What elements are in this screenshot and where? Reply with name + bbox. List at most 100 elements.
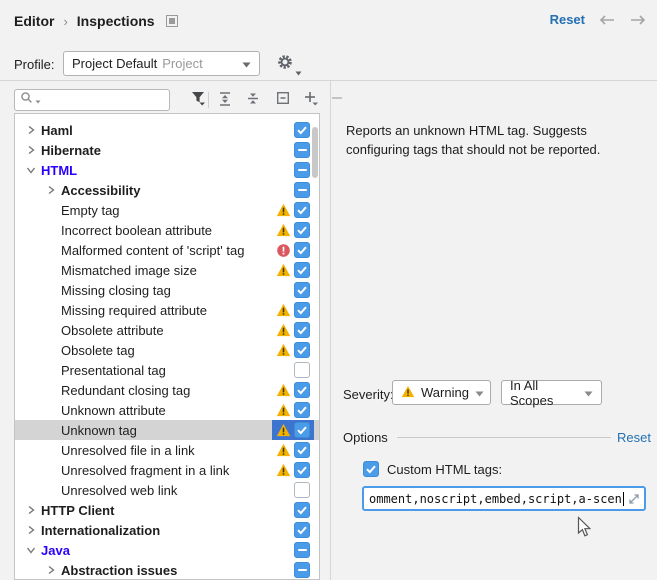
chevron-icon[interactable]: [43, 322, 59, 338]
chevron-icon[interactable]: [43, 482, 59, 498]
inspection-checkbox[interactable]: [294, 362, 310, 378]
tree-row[interactable]: Mismatched image size: [15, 260, 319, 280]
chevron-icon[interactable]: [43, 382, 59, 398]
row-cells: [272, 500, 314, 520]
reset-link[interactable]: Reset: [550, 12, 585, 27]
expand-all-button[interactable]: [215, 90, 235, 110]
chevron-icon[interactable]: [43, 402, 59, 418]
options-reset-link[interactable]: Reset: [617, 430, 651, 445]
chevron-icon[interactable]: [23, 522, 39, 538]
tree-row[interactable]: Empty tag: [15, 200, 319, 220]
chevron-icon[interactable]: [43, 362, 59, 378]
severity-dropdown[interactable]: Warning: [392, 380, 491, 405]
chevron-icon[interactable]: [23, 122, 39, 138]
tree-row[interactable]: Unknown tag: [15, 420, 319, 440]
window-icon: [166, 15, 178, 27]
inspection-checkbox[interactable]: [294, 202, 310, 218]
inspections-tree-panel: Haml Hibernate: [14, 113, 320, 580]
profile-actions-button[interactable]: [276, 53, 298, 75]
chevron-icon[interactable]: [43, 342, 59, 358]
add-inspection-button[interactable]: [301, 90, 321, 110]
tree-row[interactable]: Java: [15, 540, 319, 560]
inspection-checkbox[interactable]: [294, 282, 310, 298]
tree-row[interactable]: Unresolved file in a link: [15, 440, 319, 460]
inspection-checkbox[interactable]: [294, 442, 310, 458]
tree-row[interactable]: Missing required attribute: [15, 300, 319, 320]
inspection-checkbox[interactable]: [294, 482, 310, 498]
chevron-icon[interactable]: [43, 202, 59, 218]
inspection-checkbox[interactable]: [294, 382, 310, 398]
tree-row[interactable]: Presentational tag: [15, 360, 319, 380]
tree-row[interactable]: Accessibility: [15, 180, 319, 200]
tree-row[interactable]: HTML: [15, 160, 319, 180]
inspection-checkbox[interactable]: [294, 402, 310, 418]
custom-tags-checkbox[interactable]: [363, 461, 379, 477]
chevron-icon[interactable]: [43, 562, 59, 578]
search-input[interactable]: [43, 93, 164, 107]
profile-combobox[interactable]: Project Default Project: [63, 51, 260, 76]
inspection-checkbox[interactable]: [294, 422, 310, 438]
tree-row[interactable]: Redundant closing tag: [15, 380, 319, 400]
inspection-checkbox[interactable]: [294, 342, 310, 358]
inspection-checkbox[interactable]: [294, 162, 310, 178]
breadcrumb-inspections[interactable]: Inspections: [77, 13, 155, 29]
tree-row[interactable]: Haml: [15, 120, 319, 140]
tree-row[interactable]: Obsolete tag: [15, 340, 319, 360]
breadcrumb-editor[interactable]: Editor: [14, 13, 54, 29]
chevron-icon[interactable]: [23, 142, 39, 158]
tree-row[interactable]: Obsolete attribute: [15, 320, 319, 340]
filter-button[interactable]: [188, 90, 208, 110]
tree-row[interactable]: Abstraction issues: [15, 560, 319, 580]
tree-row[interactable]: Unresolved web link: [15, 480, 319, 500]
inspection-label: HTML: [39, 163, 77, 178]
custom-tags-input[interactable]: omment,noscript,embed,script,a-scene: [362, 486, 646, 511]
inspection-checkbox[interactable]: [294, 182, 310, 198]
chevron-icon[interactable]: [43, 422, 59, 438]
forward-arrow-icon[interactable]: [629, 14, 647, 26]
inspection-checkbox[interactable]: [294, 142, 310, 158]
inspection-checkbox[interactable]: [294, 242, 310, 258]
inspection-checkbox[interactable]: [294, 302, 310, 318]
tree-row[interactable]: Missing closing tag: [15, 280, 319, 300]
chevron-icon[interactable]: [43, 222, 59, 238]
inspection-checkbox[interactable]: [294, 502, 310, 518]
chevron-icon[interactable]: [43, 302, 59, 318]
tree-row[interactable]: Hibernate: [15, 140, 319, 160]
tree-row[interactable]: Unknown attribute: [15, 400, 319, 420]
chevron-icon[interactable]: [23, 542, 39, 558]
severity-icon: [275, 322, 291, 338]
chevron-icon[interactable]: [23, 502, 39, 518]
row-cells: [272, 320, 314, 340]
inspection-label: Missing closing tag: [59, 283, 171, 298]
chevron-icon[interactable]: [43, 242, 59, 258]
inspection-checkbox[interactable]: [294, 262, 310, 278]
inspection-checkbox[interactable]: [294, 562, 310, 578]
inspection-checkbox[interactable]: [294, 322, 310, 338]
tree-row[interactable]: Unresolved fragment in a link: [15, 460, 319, 480]
back-arrow-icon[interactable]: [598, 14, 616, 26]
scope-dropdown[interactable]: In All Scopes: [501, 380, 602, 405]
tree-row[interactable]: Malformed content of 'script' tag: [15, 240, 319, 260]
tree-row[interactable]: HTTP Client: [15, 500, 319, 520]
inspection-checkbox[interactable]: [294, 462, 310, 478]
text-caret: [623, 492, 624, 506]
mouse-cursor-icon: [577, 516, 592, 544]
tree-scrollbar[interactable]: [312, 127, 318, 178]
inspection-checkbox[interactable]: [294, 522, 310, 538]
inspection-checkbox[interactable]: [294, 222, 310, 238]
inspection-checkbox[interactable]: [294, 122, 310, 138]
inspection-checkbox[interactable]: [294, 542, 310, 558]
chevron-icon[interactable]: [43, 182, 59, 198]
search-box[interactable]: [14, 89, 170, 111]
box-minus-button[interactable]: [273, 90, 293, 110]
tree-row[interactable]: Internationalization: [15, 520, 319, 540]
chevron-icon[interactable]: [43, 442, 59, 458]
chevron-icon[interactable]: [43, 282, 59, 298]
chevron-icon[interactable]: [43, 262, 59, 278]
expand-field-icon[interactable]: [627, 492, 641, 506]
chevron-icon[interactable]: [23, 162, 39, 178]
collapse-all-button[interactable]: [243, 90, 263, 110]
inspection-label: Presentational tag: [59, 363, 166, 378]
tree-row[interactable]: Incorrect boolean attribute: [15, 220, 319, 240]
chevron-icon[interactable]: [43, 462, 59, 478]
